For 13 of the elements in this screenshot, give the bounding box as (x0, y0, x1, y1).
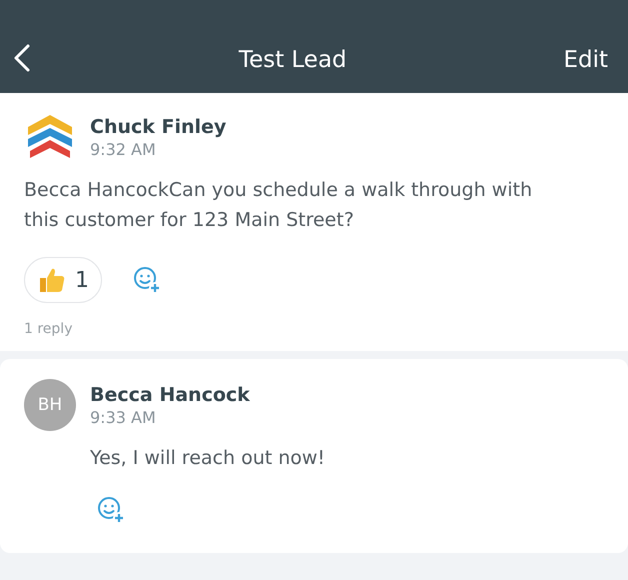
timestamp: 9:32 AM (90, 140, 157, 158)
edit-button[interactable]: Edit (563, 47, 608, 73)
author-name: Chuck Finley (90, 116, 226, 138)
reaction-chip[interactable]: 1 (24, 257, 102, 303)
screen-title: Test Lead (238, 47, 348, 73)
back-icon[interactable] (12, 43, 32, 73)
author-name: Becca Hancock (90, 384, 250, 406)
message-text: Yes, I will reach out now! (90, 446, 326, 471)
add-reaction-icon[interactable] (96, 495, 126, 525)
timestamp: 9:33 AM (90, 408, 157, 426)
avatar: BH (24, 379, 76, 431)
message-text: Becca HancockCan you schedule a walk through with this customer for 123 Main Street? (24, 178, 534, 233)
add-reaction-icon[interactable] (132, 265, 162, 295)
